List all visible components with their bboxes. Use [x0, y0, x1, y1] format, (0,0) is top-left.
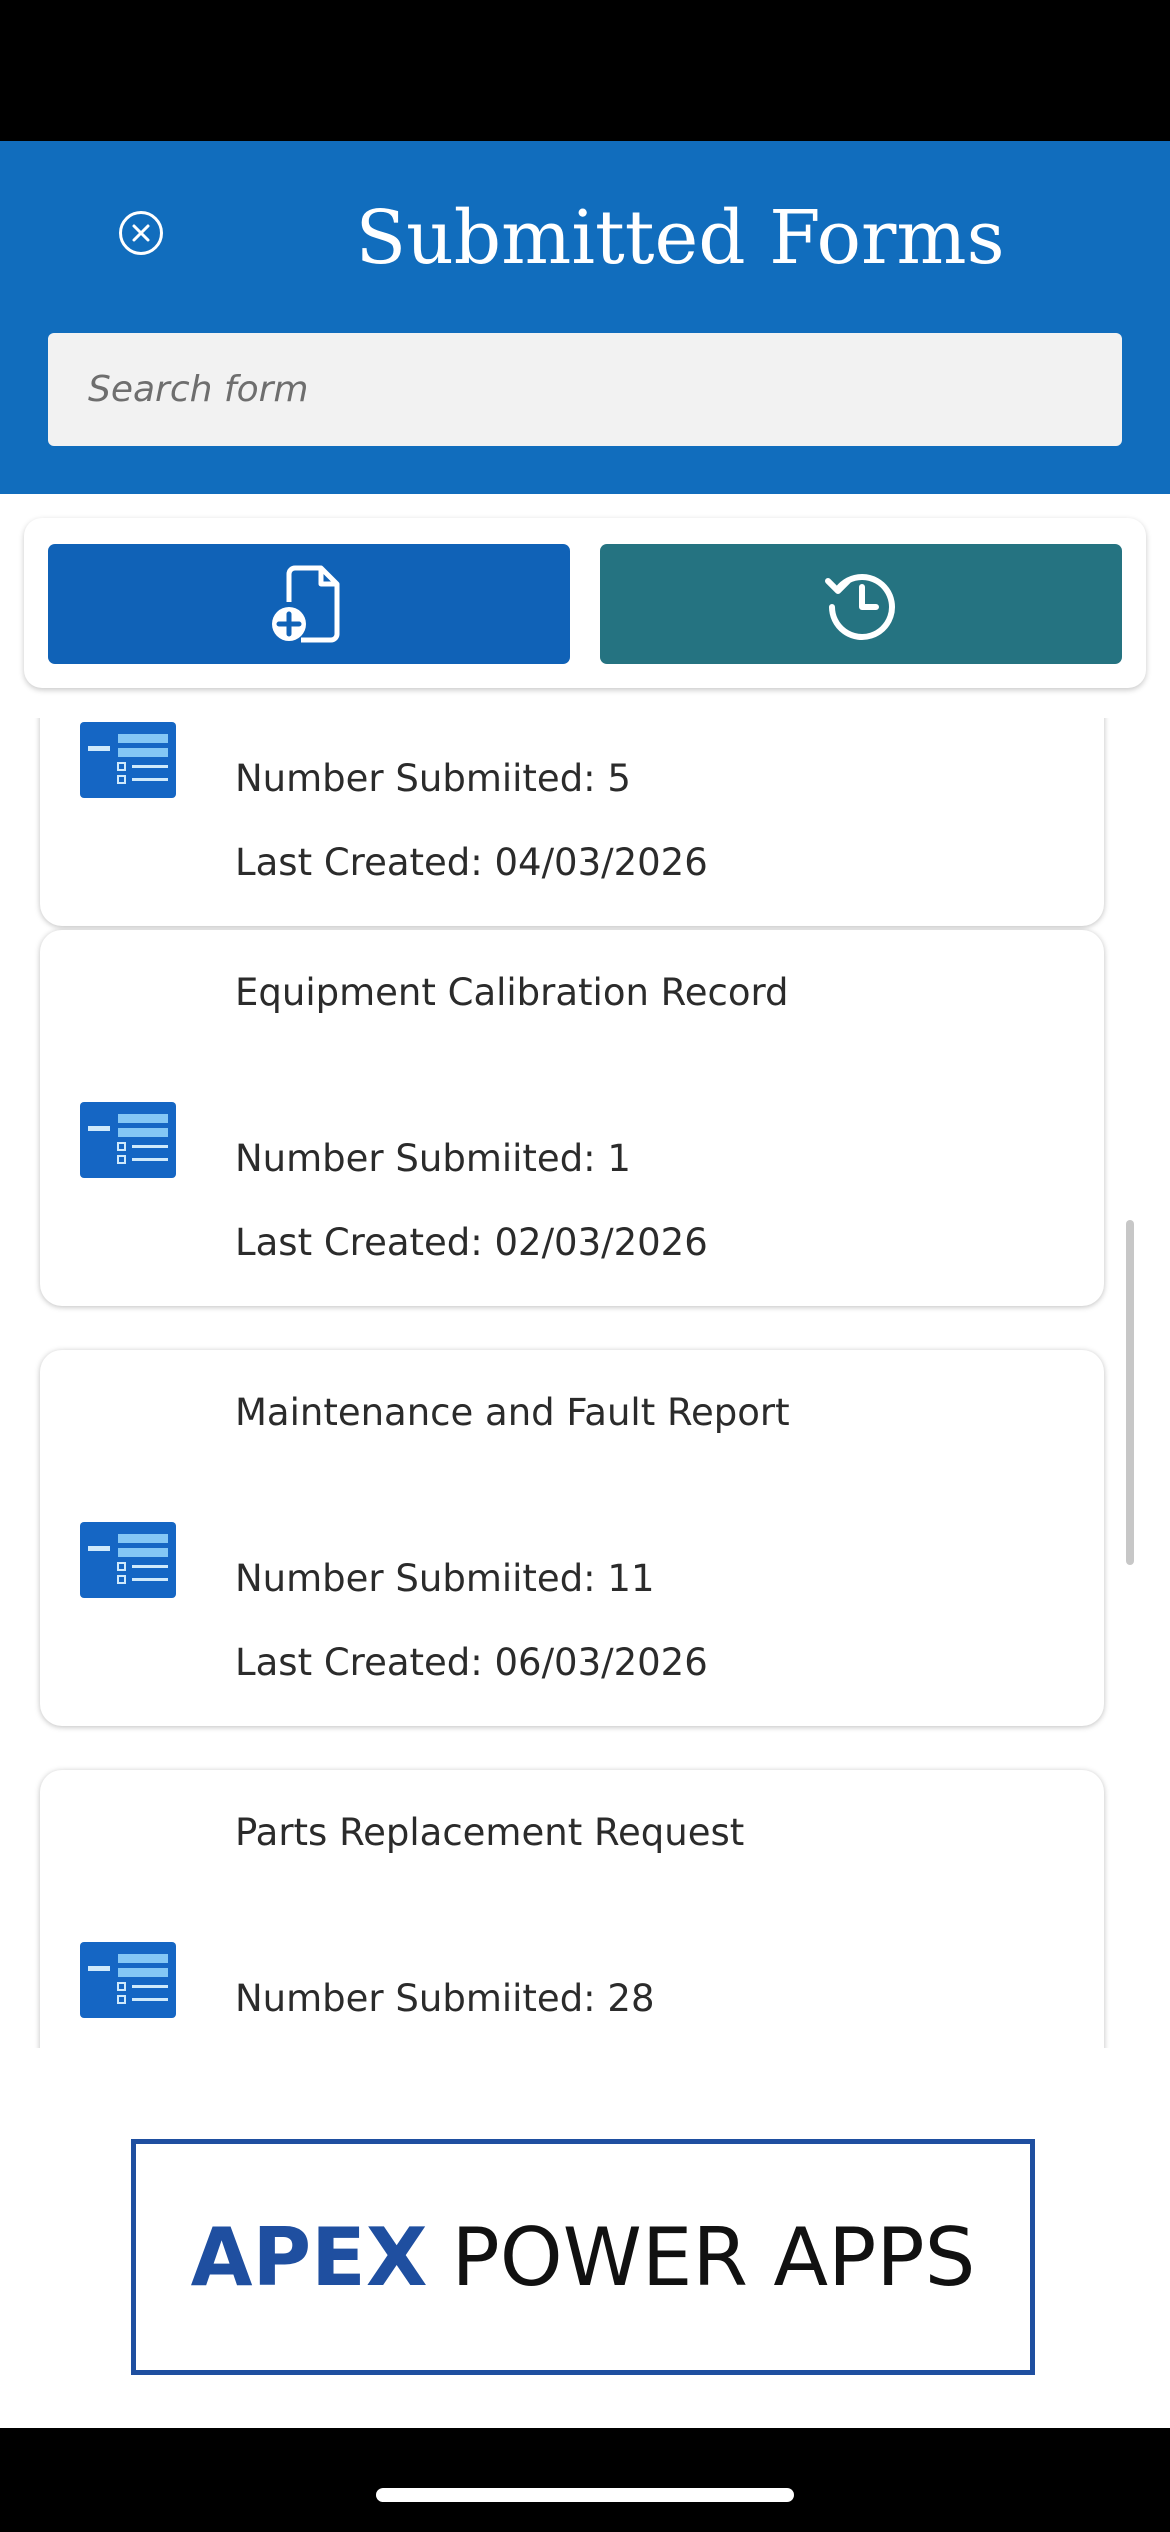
status-bar [0, 0, 1170, 141]
form-card[interactable]: Equipment Calibration Record Number Subm… [40, 930, 1104, 1306]
history-button[interactable] [600, 544, 1122, 664]
history-icon [825, 574, 895, 640]
form-list-icon [80, 1942, 176, 2018]
search-input[interactable] [86, 368, 1084, 411]
bottom-bar [0, 2428, 1170, 2532]
form-title: Maintenance and Fault Report [235, 1391, 790, 1434]
logo-apex-text: APEX [190, 2210, 428, 2304]
close-button[interactable] [119, 211, 163, 255]
apex-power-apps-logo: APEX POWER APPS [131, 2139, 1035, 2375]
form-last-created: Last Created: 04/03/2026 [235, 841, 708, 884]
scrollbar[interactable] [1126, 1220, 1134, 1565]
new-form-button[interactable] [48, 544, 570, 664]
form-title: Parts Replacement Request [235, 1811, 745, 1854]
form-list-icon [80, 1102, 176, 1178]
form-last-created: Last Created: 06/03/2026 [235, 1641, 708, 1684]
form-card[interactable]: Parts Replacement Request Number Submiit… [40, 1770, 1104, 2048]
logo-power-apps-text: POWER APPS [451, 2210, 976, 2304]
form-card[interactable]: Maintenance and Fault Report Number Subm… [40, 1350, 1104, 1726]
form-title: Equipment Calibration Record [235, 971, 789, 1014]
form-card[interactable]: Number Submiited: 5 Last Created: 04/03/… [40, 718, 1104, 926]
form-submitted-count: Number Submiited: 5 [235, 757, 631, 800]
form-list-icon [80, 1522, 176, 1598]
action-panel [24, 518, 1146, 688]
form-submitted-count: Number Submiited: 28 [235, 1977, 655, 2020]
form-last-created: Last Created: 02/03/2026 [235, 1221, 708, 1264]
form-submitted-count: Number Submiited: 1 [235, 1137, 631, 1180]
close-icon [132, 224, 150, 242]
new-document-icon [272, 565, 340, 643]
form-list[interactable]: Number Submiited: 5 Last Created: 04/03/… [0, 718, 1170, 2048]
page-title: Submitted Forms [355, 195, 1005, 281]
home-indicator[interactable] [376, 2488, 794, 2502]
form-submitted-count: Number Submiited: 11 [235, 1557, 655, 1600]
form-list-icon [80, 722, 176, 798]
search-box[interactable] [48, 333, 1122, 446]
